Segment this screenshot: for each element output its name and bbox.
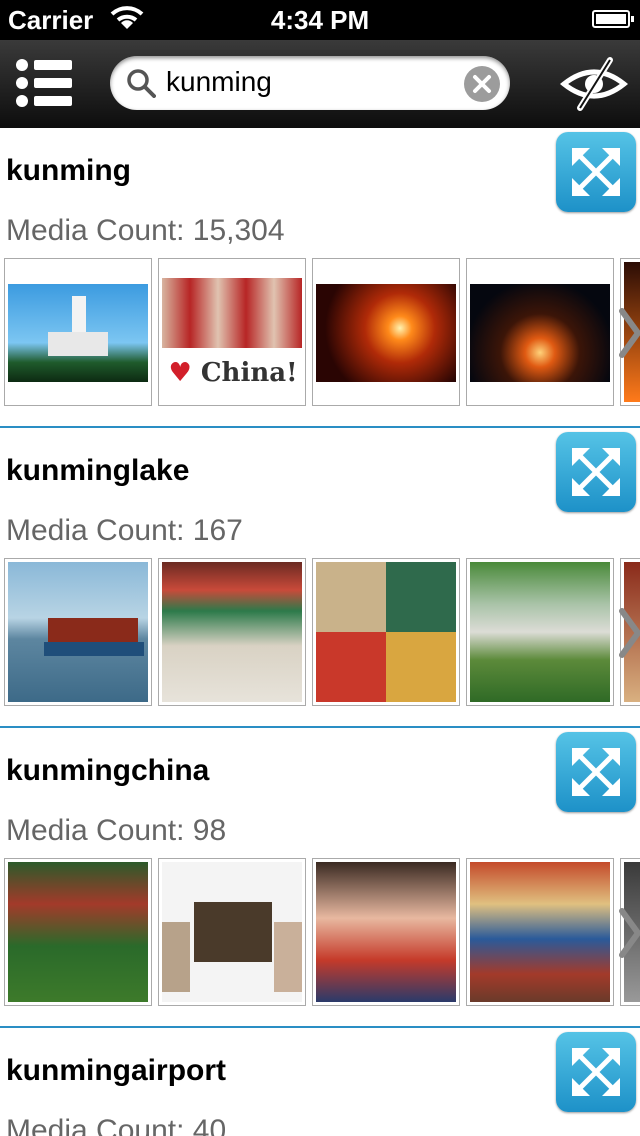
lake-boat-photo (8, 562, 148, 702)
thumbnail[interactable] (158, 558, 306, 706)
girls-china-photo: ♥ China! (162, 262, 302, 402)
expand-arrows-icon (572, 448, 620, 496)
search-icon (126, 68, 156, 103)
result-section: kunmingchina Media Count: 98 (0, 728, 640, 1028)
kids-group-photo (316, 862, 456, 1002)
pavilion-collage-photo (162, 862, 302, 1002)
thumbnail[interactable] (4, 258, 152, 406)
campfire-photo (470, 262, 610, 402)
expand-arrows-icon (572, 1048, 620, 1096)
tag-title: kunmingairport (6, 1054, 227, 1087)
result-section: kunmingairport Media Count: 40 (0, 1028, 640, 1136)
stone-bridge-photo (470, 562, 610, 702)
thumbnail-strip[interactable] (4, 558, 640, 708)
expand-button[interactable] (556, 132, 636, 212)
chevron-right-icon[interactable] (616, 303, 640, 363)
search-query: kunming (166, 66, 272, 97)
tag-title: kunming (6, 154, 131, 187)
result-section: kunming Media Count: 15,304 ♥ China! (0, 128, 640, 428)
overlay-caption: China! (200, 358, 298, 388)
thumbnail[interactable] (158, 858, 306, 1006)
expand-arrows-icon (572, 748, 620, 796)
thumbnail-strip[interactable]: ♥ China! (4, 258, 640, 408)
palace-collage-photo (316, 562, 456, 702)
thumbnail[interactable]: ♥ China! (158, 258, 306, 406)
temple-statue-photo (470, 862, 610, 1002)
thumbnail[interactable] (466, 258, 614, 406)
clear-icon[interactable] (464, 66, 500, 102)
media-count: Media Count: 40 (6, 1114, 227, 1136)
search-input[interactable]: kunming (110, 56, 510, 110)
result-section: kunminglake Media Count: 167 (0, 428, 640, 728)
expand-arrows-icon (572, 148, 620, 196)
pagoda-sky-photo (8, 262, 148, 402)
thumbnail[interactable] (312, 258, 460, 406)
media-count: Media Count: 98 (6, 814, 227, 847)
thumbnail[interactable] (466, 858, 614, 1006)
nav-bar: kunming (0, 40, 640, 128)
clock: 4:34 PM (270, 5, 370, 35)
thumbnail[interactable] (4, 858, 152, 1006)
corridor-photo (162, 562, 302, 702)
status-bar: Carrier 4:34 PM (0, 0, 640, 40)
thumbnail-strip[interactable] (4, 858, 640, 1008)
chevron-right-icon[interactable] (616, 603, 640, 663)
media-count: Media Count: 15,304 (6, 214, 285, 247)
chevron-right-icon[interactable] (616, 903, 640, 963)
thumbnail[interactable] (466, 558, 614, 706)
sparkler-photo (316, 262, 456, 402)
battery-icon (592, 10, 634, 28)
eye-slash-icon[interactable] (558, 54, 630, 114)
expand-button[interactable] (556, 1032, 636, 1112)
thumbnail[interactable] (312, 558, 460, 706)
thumbnail[interactable] (4, 558, 152, 706)
menu-list-icon[interactable] (12, 55, 76, 111)
expand-button[interactable] (556, 432, 636, 512)
tag-title: kunminglake (6, 454, 190, 487)
garden-gate-photo (8, 862, 148, 1002)
thumbnail[interactable] (312, 858, 460, 1006)
tag-title: kunmingchina (6, 754, 210, 787)
media-count: Media Count: 167 (6, 514, 243, 547)
expand-button[interactable] (556, 732, 636, 812)
